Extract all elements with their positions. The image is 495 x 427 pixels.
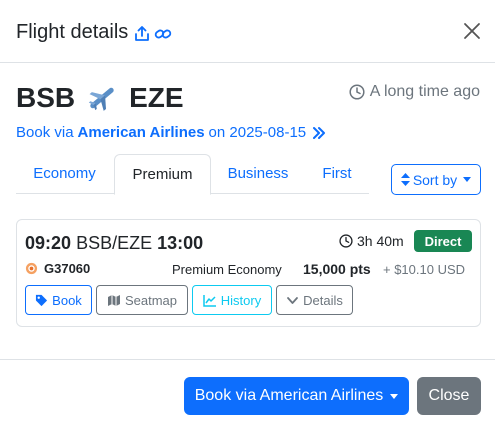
history-button-label: History [220, 292, 262, 308]
flight-number: G37060 [44, 261, 91, 276]
airline-logo-icon [25, 262, 38, 275]
fee-price: + $10.10 USD [383, 262, 466, 277]
seatmap-button-label: Seatmap [124, 292, 178, 308]
route-heading: BSB EZE [16, 82, 184, 114]
destination-code: EZE [129, 82, 184, 113]
caret-down-icon [390, 393, 399, 399]
cabin-class: Premium Economy [172, 262, 282, 277]
time-ago-text: A long time ago [369, 83, 480, 100]
sort-by-button[interactable]: Sort by [391, 164, 481, 195]
chevron-down-icon [463, 177, 472, 182]
flight-times: 09:20 BSB/EZE 13:00 [25, 232, 203, 254]
book-via-airline: American Airlines [77, 124, 205, 141]
share-icon[interactable] [134, 24, 150, 41]
time-ago: A long time ago [349, 83, 480, 101]
flight-duration: 3h 40m [339, 233, 404, 249]
cabin-tabs: Economy Premium Business First [16, 154, 369, 195]
book-button-label: Book [52, 292, 82, 308]
arrive-time: 13:00 [157, 233, 204, 253]
origin-code: BSB [16, 82, 76, 113]
history-button[interactable]: History [192, 285, 272, 315]
double-chevron-right-icon [313, 126, 326, 139]
close-button[interactable]: Close [417, 377, 481, 415]
seatmap-button[interactable]: Seatmap [96, 285, 188, 315]
sort-by-label: Sort by [412, 171, 458, 188]
flight-number-row: G37060 [25, 261, 90, 276]
tab-economy[interactable]: Economy [16, 154, 113, 194]
book-button[interactable]: Book [25, 285, 92, 315]
clock-icon [349, 84, 365, 100]
clock-icon [339, 234, 353, 248]
book-via-date: on 2025-08-15 [208, 124, 307, 141]
tab-business[interactable]: Business [212, 154, 304, 194]
map-icon [107, 294, 120, 306]
sort-icon [400, 173, 410, 186]
details-button[interactable]: Details [276, 285, 353, 315]
details-button-label: Details [303, 292, 343, 308]
chart-line-icon [203, 294, 216, 307]
tab-first[interactable]: First [306, 154, 368, 194]
modal-title: Flight details [16, 21, 129, 43]
route-code: BSB/EZE [76, 233, 153, 253]
modal-footer: Book via American Airlines Close [0, 359, 495, 427]
airplane-icon [87, 83, 117, 113]
depart-time: 09:20 [25, 233, 72, 253]
close-icon[interactable] [463, 22, 481, 40]
book-via-link[interactable]: Book via American Airlines on 2025-08-15 [16, 124, 326, 141]
book-via-airline-label: Book via American Airlines [194, 387, 384, 404]
duration-text: 3h 40m [357, 233, 404, 249]
tab-premium[interactable]: Premium [114, 154, 211, 195]
modal-header: Flight details [0, 0, 495, 63]
link-icon[interactable] [154, 24, 172, 40]
chevron-down-icon [287, 296, 299, 304]
book-via-airline-button[interactable]: Book via American Airlines [184, 377, 409, 415]
points-price: 15,000 pts [303, 261, 371, 277]
direct-badge: Direct [414, 230, 472, 252]
flight-details-modal: Flight details BSB EZE A long time ago B… [0, 0, 495, 427]
book-via-prefix: Book via [16, 124, 74, 141]
tag-icon [36, 294, 48, 306]
modal-title-row: Flight details [16, 20, 172, 44]
flight-card: 09:20 BSB/EZE 13:00 3h 40m Direct G37060… [16, 219, 481, 327]
